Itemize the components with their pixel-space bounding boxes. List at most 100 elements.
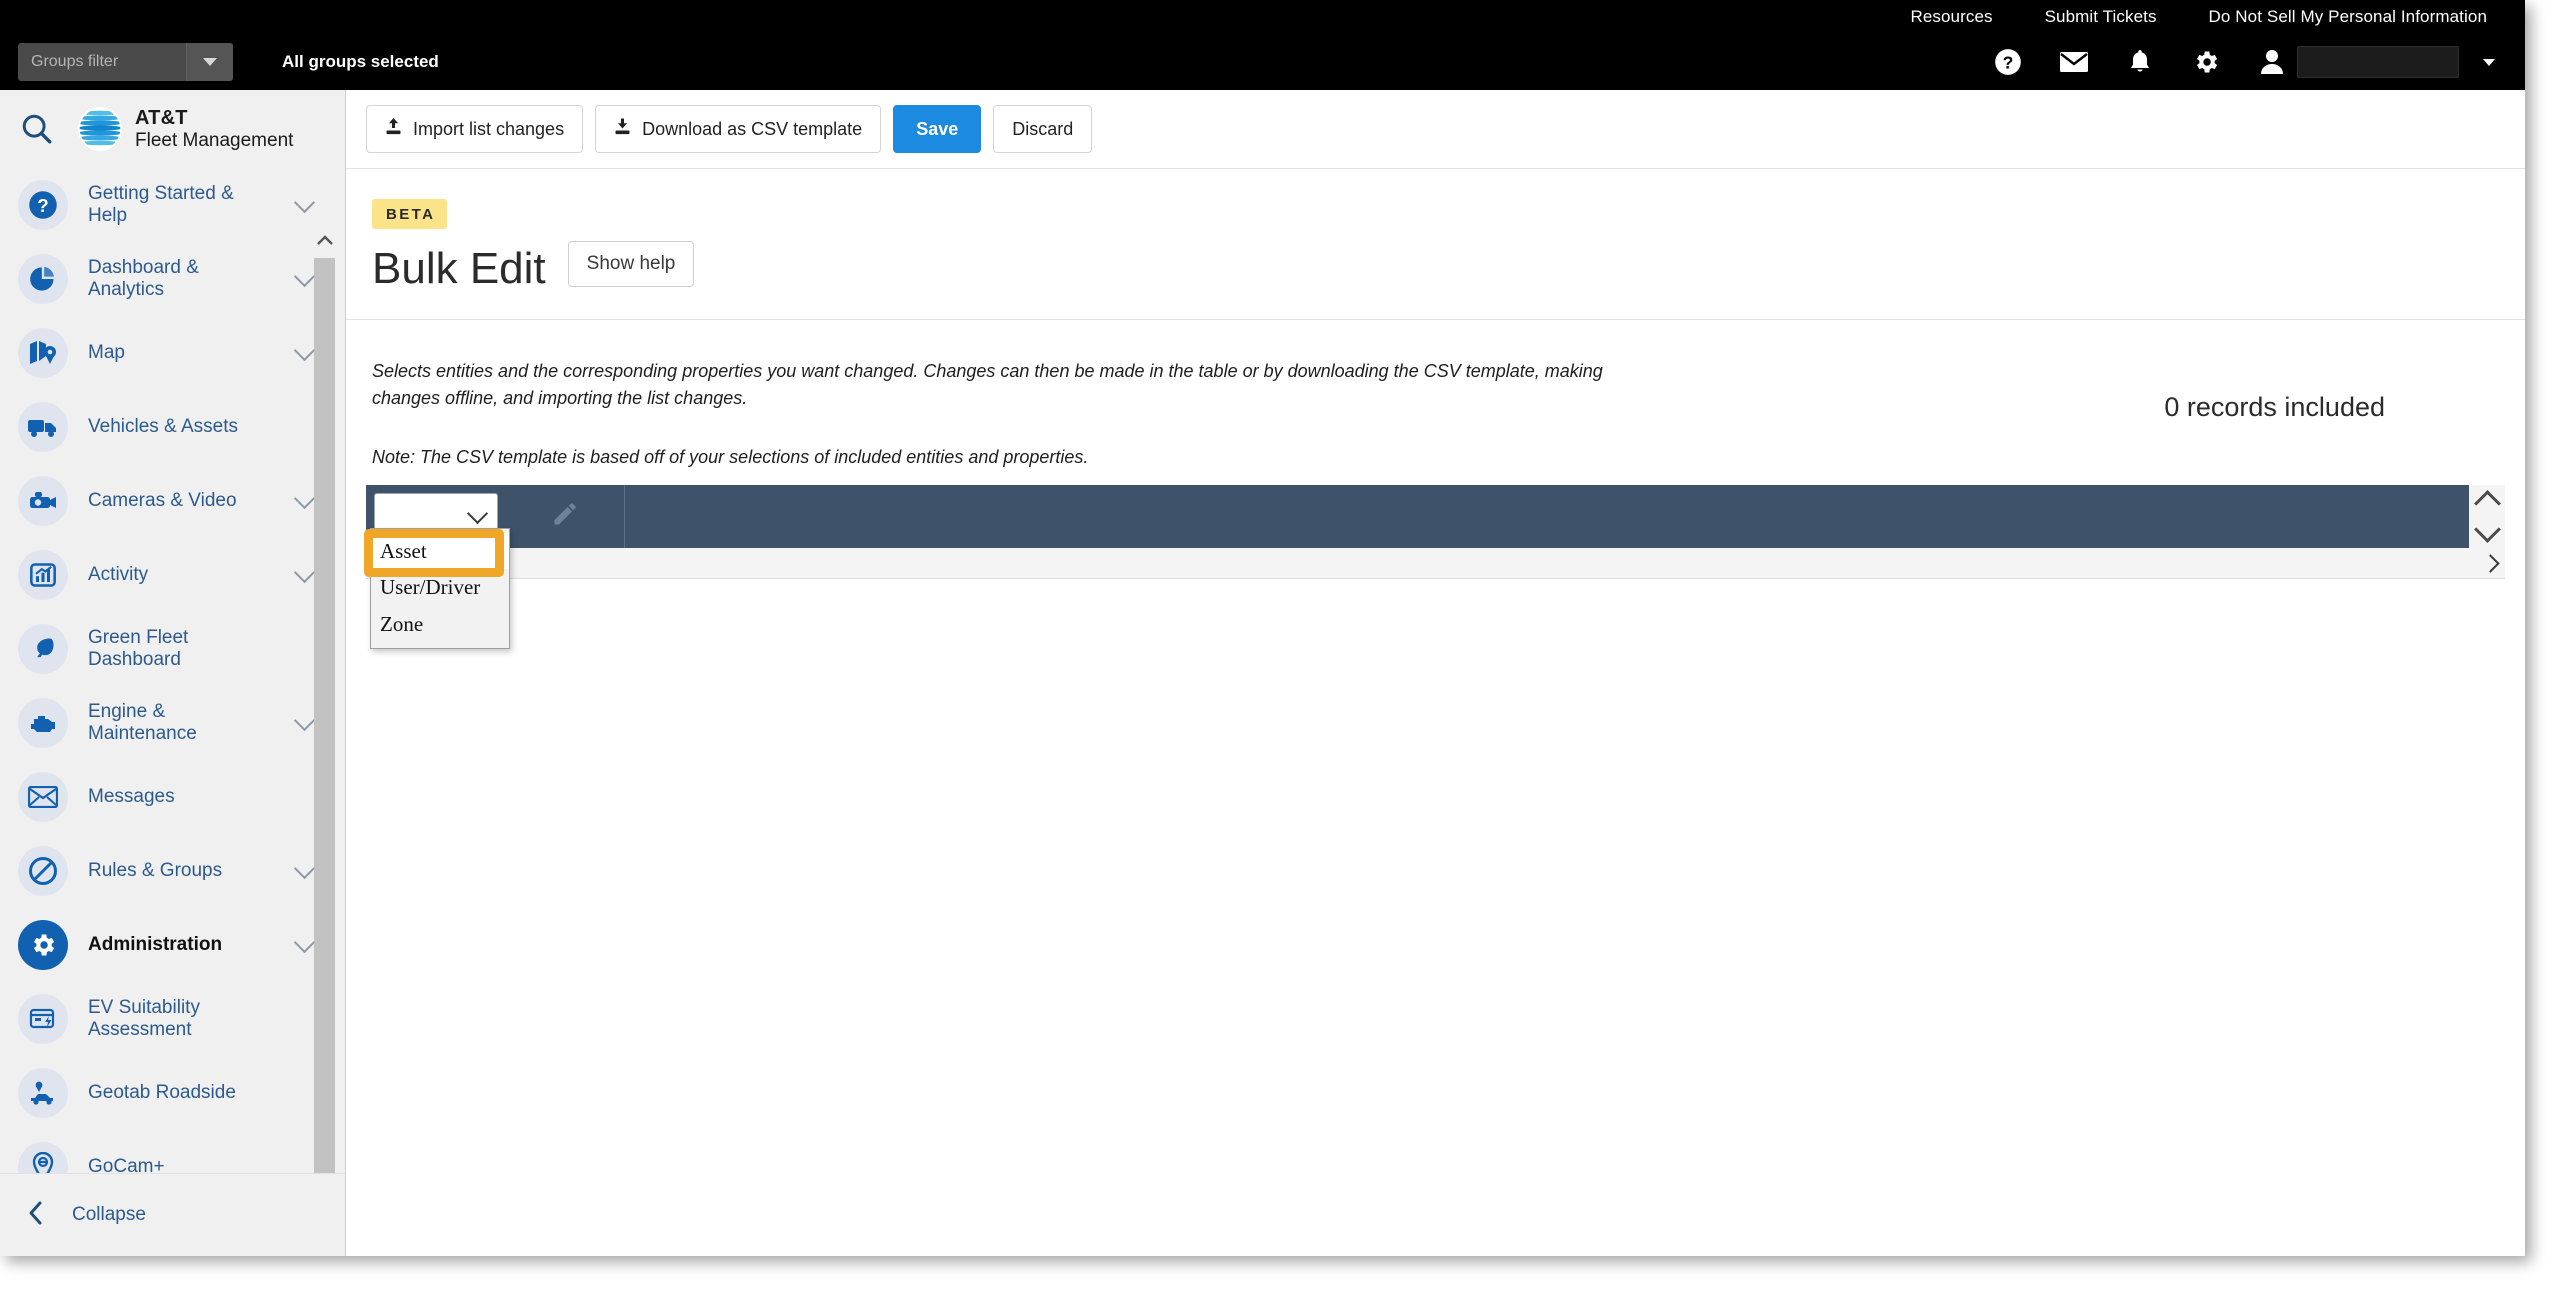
search-icon[interactable] (18, 110, 56, 148)
bar-chart-icon (18, 550, 68, 600)
sidebar-item-label: Dashboard & Analytics (88, 257, 199, 300)
dashcam-icon (18, 476, 68, 526)
sidebar-item-green-fleet-dashboard[interactable]: Green Fleet Dashboard (0, 612, 345, 686)
table-header-row (366, 485, 2469, 548)
download-icon (614, 117, 631, 141)
chevron-left-icon (26, 1200, 46, 1231)
envelope-icon (18, 772, 68, 822)
chevron-down-icon[interactable] (2483, 58, 2495, 66)
engine-icon (18, 698, 68, 748)
beta-badge: BETA (372, 199, 448, 229)
sidebar-item-map[interactable]: Map (0, 316, 345, 390)
sidebar-item-label: Geotab Roadside (88, 1082, 236, 1103)
brand-text: AT&T Fleet Management (135, 107, 293, 151)
dropdown-option-asset[interactable]: Asset (371, 533, 509, 570)
sidebar-item-geotab-roadside[interactable]: Geotab Roadside (0, 1056, 345, 1130)
entity-type-dropdown-options[interactable]: Asset User/Driver Zone (370, 528, 510, 650)
scroll-down-icon[interactable] (2473, 516, 2501, 544)
description-paragraph: Selects entities and the corresponding p… (372, 361, 1603, 408)
records-included-count: 0 records included (2164, 392, 2385, 422)
resources-link[interactable]: Resources (1910, 7, 1992, 27)
groups-filter-placeholder[interactable]: Groups filter (18, 43, 186, 81)
dropdown-option-zone[interactable]: Zone (371, 606, 509, 642)
map-pin-icon (18, 328, 68, 378)
scroll-up-icon[interactable] (314, 230, 335, 250)
sidebar-item-ev-suitability-assessment[interactable]: EV Suitability Assessment (0, 982, 345, 1056)
sidebar-item-engine-maintenance[interactable]: Engine & Maintenance (0, 686, 345, 760)
user-account-icon[interactable] (2257, 47, 2287, 77)
global-header: Groups filter All groups selected ? (0, 34, 2525, 90)
ev-card-icon (18, 994, 68, 1044)
table-vertical-scroll-controls[interactable] (2469, 485, 2505, 548)
edit-column-cell (506, 485, 625, 548)
sidebar-scrollbar[interactable] (314, 234, 335, 1256)
chevron-down-icon[interactable] (287, 191, 321, 214)
truck-icon (18, 402, 68, 452)
sidebar-collapse-label: Collapse (72, 1204, 146, 1225)
chevron-down-icon (466, 502, 489, 525)
sidebar-item-activity[interactable]: Activity (0, 538, 345, 612)
sidebar-item-dashboard-analytics[interactable]: Dashboard & Analytics (0, 242, 345, 316)
sidebar-item-label: EV Suitability Assessment (88, 997, 200, 1040)
sidebar-item-label: Map (88, 342, 125, 363)
discard-button[interactable]: Discard (993, 105, 1093, 153)
sidebar-header: AT&T Fleet Management (0, 90, 345, 168)
description-block: Selects entities and the corresponding p… (346, 320, 2525, 471)
groups-status-label: All groups selected (282, 52, 439, 71)
groups-filter-dropdown-button[interactable] (186, 43, 233, 81)
no-entry-icon (18, 846, 68, 896)
app-window: Resources Submit Tickets Do Not Sell My … (0, 0, 2525, 1256)
sidebar-item-label: Administration (88, 934, 223, 955)
submit-tickets-link[interactable]: Submit Tickets (2045, 7, 2157, 27)
save-button[interactable]: Save (893, 105, 982, 153)
sidebar-item-messages[interactable]: Messages (0, 760, 345, 834)
sidebar-item-administration[interactable]: Administration (0, 908, 345, 982)
import-list-changes-button[interactable]: Import list changes (366, 105, 584, 153)
sidebar-collapse-button[interactable]: Collapse (0, 1173, 345, 1256)
utility-links: Resources Submit Tickets Do Not Sell My … (1910, 0, 2487, 34)
action-toolbar: Import list changes Download as CSV temp… (346, 90, 2525, 169)
utility-topbar: Resources Submit Tickets Do Not Sell My … (0, 0, 2525, 34)
page-header: BETA Bulk Edit Show help (346, 169, 2525, 320)
sidebar-item-label: Rules & Groups (88, 860, 223, 881)
sidebar-item-label: Green Fleet Dashboard (88, 627, 189, 670)
bulk-edit-table (346, 485, 2525, 1256)
download-csv-template-label: Download as CSV template (642, 118, 863, 139)
svg-text:?: ? (2003, 52, 2014, 72)
brand-logo: AT&T Fleet Management (78, 107, 293, 151)
sidebar-item-getting-started[interactable]: ? Getting Started & Help (0, 168, 345, 242)
pencil-icon[interactable] (551, 500, 579, 533)
description-note: Note: The CSV template is based off of y… (372, 447, 1089, 467)
download-csv-template-button[interactable]: Download as CSV template (595, 105, 882, 153)
leaf-icon (18, 624, 68, 674)
gear-icon (18, 920, 68, 970)
groups-filter[interactable]: Groups filter (18, 43, 233, 81)
table-horizontal-scroll-controls[interactable] (366, 548, 2505, 579)
settings-gear-icon[interactable] (2191, 47, 2221, 77)
scroll-right-icon[interactable] (2479, 548, 2505, 578)
mail-icon[interactable] (2059, 47, 2089, 77)
dropdown-option-user-driver[interactable]: User/Driver (371, 569, 509, 605)
sidebar-item-label: Vehicles & Assets (88, 416, 238, 437)
att-globe-icon (78, 107, 122, 151)
notifications-bell-icon[interactable] (2125, 47, 2155, 77)
scrollbar-thumb[interactable] (314, 258, 335, 1183)
upload-icon (385, 117, 402, 141)
page-title: Bulk Edit (372, 244, 546, 293)
username-field[interactable] (2297, 46, 2459, 78)
pie-chart-icon (18, 254, 68, 304)
scroll-up-icon[interactable] (2473, 489, 2501, 517)
brand-line2: Fleet Management (135, 129, 294, 151)
sidebar-item-cameras-video[interactable]: Cameras & Video (0, 464, 345, 538)
sidebar-item-rules-groups[interactable]: Rules & Groups (0, 834, 345, 908)
do-not-sell-link[interactable]: Do Not Sell My Personal Information (2209, 7, 2487, 27)
help-icon[interactable]: ? (1993, 47, 2023, 77)
sidebar-item-label: Cameras & Video (88, 490, 237, 511)
import-list-changes-label: Import list changes (413, 118, 565, 139)
svg-text:?: ? (37, 195, 48, 216)
sidebar-item-label: Getting Started & Help (88, 183, 234, 226)
title-row: Bulk Edit Show help (372, 241, 2525, 291)
main-content: Import list changes Download as CSV temp… (346, 90, 2525, 1256)
show-help-button[interactable]: Show help (567, 241, 695, 287)
sidebar-item-vehicles-assets[interactable]: Vehicles & Assets (0, 390, 345, 464)
